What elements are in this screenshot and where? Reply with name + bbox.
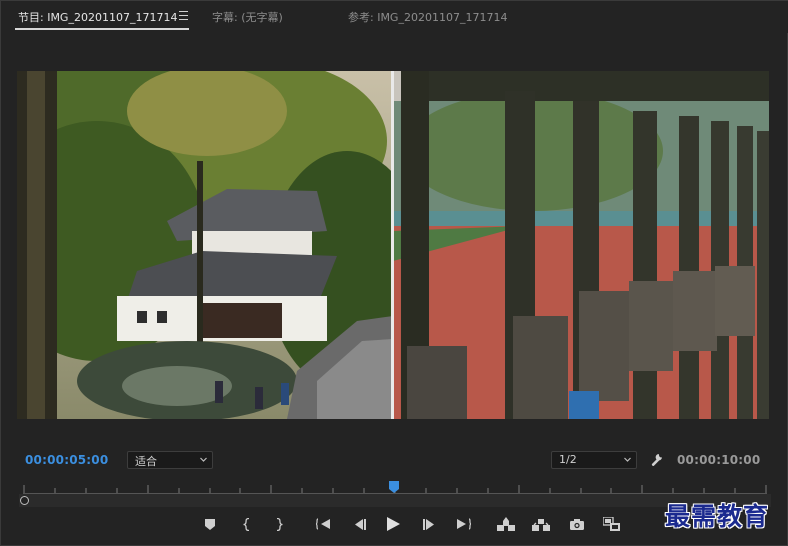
lift-button[interactable] <box>497 515 515 533</box>
chevron-down-icon <box>200 457 207 462</box>
playback-resolution-value: 1/2 <box>559 453 577 466</box>
active-tab-indicator <box>15 28 189 30</box>
program-monitor-panel: 节目: IMG_20201107_171714 字幕: (无字幕) 参考: IM… <box>0 0 788 546</box>
track-field-image <box>393 71 769 419</box>
camera-icon <box>570 518 584 530</box>
mark-in-button[interactable] <box>238 515 256 533</box>
extract-icon <box>532 519 550 531</box>
zoom-level-value: 适合 <box>135 455 157 468</box>
add-marker-icon <box>205 518 215 530</box>
in-point-marker[interactable] <box>20 496 29 505</box>
mark-in-icon <box>243 517 250 531</box>
mark-out-button[interactable] <box>270 515 288 533</box>
go-to-in-button[interactable] <box>315 515 333 533</box>
compare-view-button[interactable] <box>603 515 621 533</box>
watermark-logo: 最需教育 <box>665 502 770 531</box>
zoom-level-select[interactable]: 适合 <box>127 451 213 469</box>
go-to-out-button[interactable] <box>454 515 472 533</box>
export-frame-button[interactable] <box>568 515 586 533</box>
playhead-track[interactable] <box>19 494 771 507</box>
lift-icon <box>497 517 515 531</box>
current-timecode[interactable]: 00:00:05:00 <box>25 453 108 467</box>
go-to-in-icon <box>316 518 330 530</box>
step-forward-button[interactable] <box>420 515 438 533</box>
garden-scene-image <box>17 71 393 419</box>
tab-program[interactable]: 节目: IMG_20201107_171714 <box>18 9 177 25</box>
split-view-divider <box>391 71 394 419</box>
panel-menu-icon[interactable] <box>179 11 188 20</box>
extract-button[interactable] <box>532 515 550 533</box>
step-back-button[interactable] <box>350 515 368 533</box>
step-back-icon <box>354 518 366 530</box>
duration-timecode: 00:00:10:00 <box>677 453 761 467</box>
play-button[interactable] <box>384 515 402 533</box>
mark-out-icon <box>276 517 283 531</box>
go-to-out-icon <box>457 518 471 530</box>
video-preview[interactable] <box>17 71 769 419</box>
add-marker-button[interactable] <box>201 515 219 533</box>
step-forward-icon <box>422 518 434 530</box>
tab-reference[interactable]: 参考: IMG_20201107_171714 <box>348 9 507 25</box>
panel-tab-bar: 节目: IMG_20201107_171714 字幕: (无字幕) 参考: IM… <box>1 1 788 33</box>
compare-view-icon <box>603 517 620 531</box>
tab-captions[interactable]: 字幕: (无字幕) <box>212 9 283 25</box>
chevron-down-icon <box>624 457 631 462</box>
playhead-handle[interactable] <box>389 481 399 493</box>
wrench-icon[interactable] <box>649 453 663 467</box>
playback-resolution-select[interactable]: 1/2 <box>551 451 637 469</box>
play-icon <box>386 517 400 531</box>
